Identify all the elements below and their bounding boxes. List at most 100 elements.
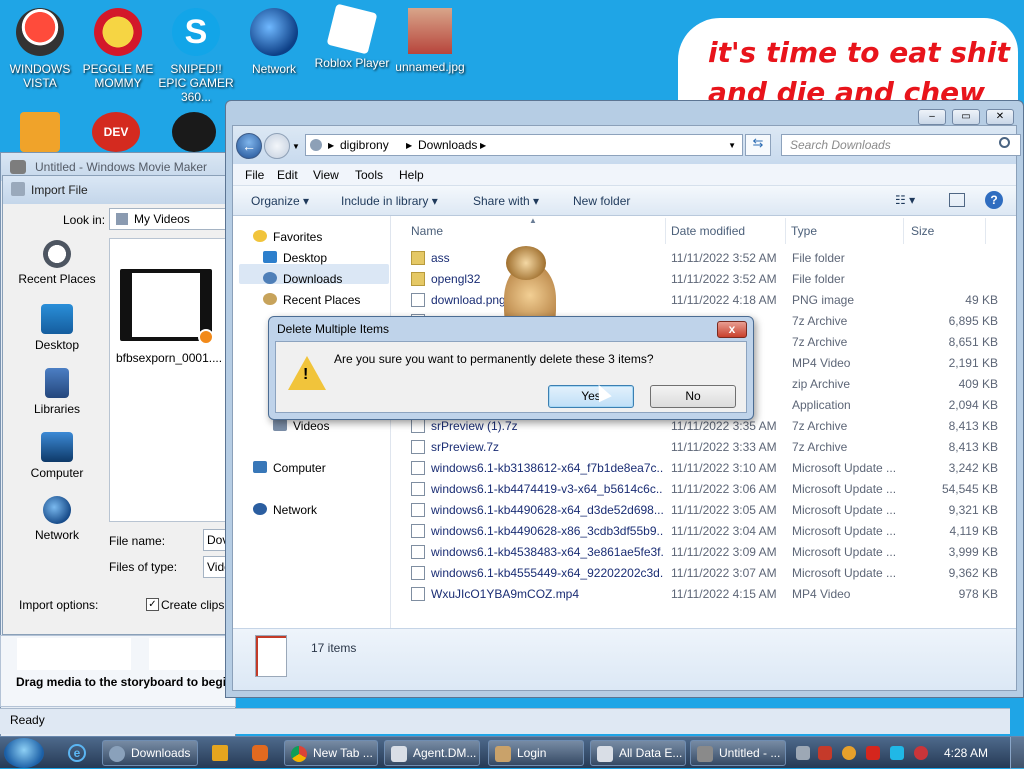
file-row[interactable]: windows6.1-kb3138612-x64_f7b1de8ea7c... 1… — [409, 458, 1016, 479]
taskbar-item-new-tab[interactable]: New Tab ... — [284, 740, 378, 766]
desktop-icon-windows-vista[interactable]: WINDOWS VISTA — [0, 8, 80, 90]
refresh-button[interactable]: ⇆ — [745, 134, 771, 156]
nav-recent-places[interactable]: Recent Places — [263, 293, 360, 307]
taskbar-label: Agent.DM... — [413, 746, 477, 760]
import-file-list[interactable]: bfbsexporn_0001.... — [109, 238, 237, 522]
share-with-button[interactable]: Share with ▾ — [473, 194, 539, 208]
taskbar-item-agent-dm[interactable]: Agent.DM... — [384, 740, 480, 766]
tray-search-icon[interactable] — [842, 746, 856, 760]
include-in-library-button[interactable]: Include in library ▾ — [341, 194, 438, 208]
view-options-icon[interactable]: ☷ ▾ — [895, 193, 915, 207]
taskbar-item-all-data[interactable]: All Data E... — [590, 740, 686, 766]
nav-videos[interactable]: Videos — [273, 419, 329, 433]
address-field[interactable]: ▶ digibrony ▶ Downloads ▶ ▼ — [305, 134, 743, 156]
create-clips-checkbox[interactable]: ✓ — [146, 598, 159, 611]
column-header-type[interactable]: Type — [791, 224, 817, 238]
nav-desktop[interactable]: Desktop — [263, 251, 327, 265]
status-bar: Ready — [0, 708, 1010, 734]
minimize-button[interactable]: – — [918, 109, 946, 125]
tray-volume-icon[interactable] — [914, 746, 928, 760]
yes-button[interactable]: Yes — [548, 385, 634, 408]
search-input[interactable]: Search Downloads — [781, 134, 1021, 156]
desktop-icon-peggle[interactable]: PEGGLE ME MOMMY — [78, 8, 158, 90]
tray-check-icon[interactable] — [818, 746, 832, 760]
place-label: Network — [34, 528, 79, 542]
file-row[interactable]: WxuJIcO1YBA9mCOZ.mp4 11/11/2022 4:15 AM MP… — [409, 584, 1016, 605]
preview-pane-icon[interactable] — [949, 193, 965, 207]
column-header-name[interactable]: Name — [411, 224, 443, 238]
nav-downloads[interactable]: Downloads — [263, 272, 342, 286]
menu-file[interactable]: File — [245, 168, 264, 182]
back-button[interactable]: ← — [236, 133, 262, 159]
look-in-select[interactable]: My Videos — [109, 208, 237, 230]
file-list[interactable]: Name ▲ Date modified Type Size ass 11/11/… — [393, 216, 1016, 636]
close-button[interactable]: ✕ — [986, 109, 1014, 125]
organize-button[interactable]: Organize ▾ — [251, 194, 309, 208]
breadcrumb-downloads[interactable]: Downloads — [418, 138, 477, 152]
tray-gear-icon[interactable] — [796, 746, 810, 760]
desktop-icon — [263, 251, 277, 263]
dev-cpp-icon[interactable]: DEV C++ — [92, 112, 140, 179]
taskbar-item-untitled[interactable]: Untitled - ... — [690, 740, 786, 766]
place-recent[interactable]: Recent Places — [9, 240, 105, 300]
start-button[interactable] — [4, 738, 44, 768]
places-bar: Recent Places Desktop Libraries Computer… — [9, 236, 105, 556]
new-folder-button[interactable]: New folder — [573, 194, 630, 208]
nav-network[interactable]: Network — [253, 503, 317, 517]
file-row[interactable]: srPreview.7z 11/11/2022 3:33 AM 7z Archive… — [409, 437, 1016, 458]
desktop-icon-sniped[interactable]: S SNIPED!! EPIC GAMER 360... — [156, 8, 236, 104]
forward-button[interactable] — [264, 133, 290, 159]
place-desktop[interactable]: Desktop — [9, 304, 105, 364]
column-separator — [665, 218, 666, 244]
file-row[interactable]: windows6.1-kb4490628-x64_d3de52d698... 11… — [409, 500, 1016, 521]
file-row[interactable]: windows6.1-kb4490628-x86_3cdb3df55b9... 1… — [409, 521, 1016, 542]
media-player-quicklaunch-icon[interactable] — [212, 745, 228, 761]
place-network[interactable]: Network — [9, 496, 105, 556]
red-app-quicklaunch-icon[interactable] — [252, 745, 268, 761]
taskbar-item-downloads[interactable]: Downloads — [102, 740, 198, 766]
import-file-dialog: Import File Look in: My Videos Recent Pl… — [2, 175, 237, 635]
video-thumbnail[interactable] — [120, 269, 214, 345]
menu-edit[interactable]: Edit — [277, 168, 298, 182]
file-row[interactable]: windows6.1-kb4474419-v3-x64_b5614c6c... 1… — [409, 479, 1016, 500]
dialog-message: Are you sure you want to permanently del… — [334, 352, 654, 366]
taskbar-label: Downloads — [131, 746, 191, 760]
maximize-button[interactable]: ▭ — [952, 109, 980, 125]
file-row[interactable]: windows6.1-kb4555449-x64_92202202c3d... 1… — [409, 563, 1016, 584]
show-desktop-button[interactable] — [1010, 737, 1024, 769]
help-icon[interactable]: ? — [985, 191, 1003, 209]
no-button[interactable]: No — [650, 385, 736, 408]
command-bar: Organize ▾ Include in library ▾ Share wi… — [233, 186, 1016, 216]
round-dark-icon[interactable] — [172, 112, 216, 152]
breadcrumb-digibrony[interactable]: digibrony — [340, 138, 389, 152]
login-icon — [495, 746, 511, 762]
file-type: Microsoft Update ... — [792, 566, 897, 580]
clock[interactable]: 4:28 AM — [944, 746, 988, 760]
desktop-icon-network[interactable]: Network — [234, 8, 314, 76]
tray-flag-icon[interactable] — [866, 746, 880, 760]
place-libraries[interactable]: Libraries — [9, 368, 105, 428]
column-header-size[interactable]: Size — [911, 224, 934, 238]
address-dropdown-icon[interactable]: ▼ — [728, 141, 736, 150]
place-computer[interactable]: Computer — [9, 432, 105, 492]
nav-computer[interactable]: Computer — [253, 461, 326, 475]
recent-pages-dropdown-icon[interactable]: ▼ — [292, 142, 300, 151]
look-in-value: My Videos — [134, 212, 190, 226]
menu-tools[interactable]: Tools — [355, 168, 383, 182]
tray-monitor-icon[interactable] — [890, 746, 904, 760]
desktop-icon-roblox[interactable]: Roblox Player — [312, 3, 392, 70]
menu-view[interactable]: View — [313, 168, 339, 182]
column-header-date[interactable]: Date modified — [671, 224, 745, 238]
file-row[interactable]: windows6.1-kb4538483-x64_3e861ae5fe3f...… — [409, 542, 1016, 563]
nav-favorites[interactable]: Favorites — [253, 230, 322, 244]
cube-game-icon[interactable] — [20, 112, 60, 152]
file-name: srPreview (1).7z — [431, 419, 518, 433]
desktop-icon-unnamed-jpg[interactable]: unnamed.jpg — [390, 8, 470, 74]
file-size: 2,094 KB — [948, 398, 998, 412]
ie-quicklaunch-icon[interactable]: e — [68, 744, 86, 762]
taskbar-item-login[interactable]: Login — [488, 740, 584, 766]
menu-help[interactable]: Help — [399, 168, 424, 182]
file-type: PNG image — [792, 293, 855, 307]
file-size: 3,242 KB — [948, 461, 998, 475]
dialog-close-button[interactable]: x — [717, 321, 747, 338]
